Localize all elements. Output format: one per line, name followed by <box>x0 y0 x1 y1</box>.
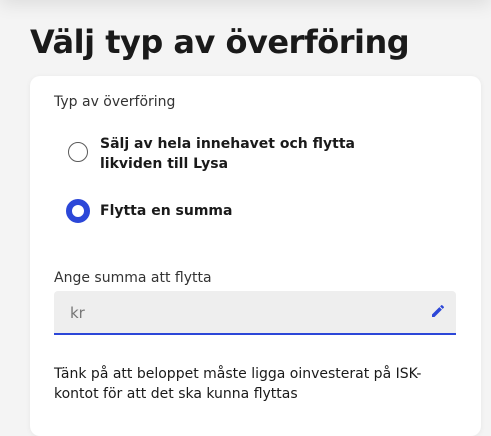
amount-label: Ange summa att flytta <box>54 270 212 286</box>
radio-button-selected[interactable] <box>66 199 90 223</box>
amount-field[interactable] <box>54 291 456 335</box>
radio-option-move-amount[interactable]: Flytta en summa <box>66 198 400 223</box>
radio-label-move-amount: Flytta en summa <box>100 203 233 219</box>
radio-label-sell-all: Sälj av hela innehavet och flytta likvid… <box>100 136 355 172</box>
info-text: Tänk på att beloppet måste ligga oinvest… <box>54 366 422 402</box>
pencil-icon <box>432 304 445 317</box>
amount-input[interactable] <box>68 299 412 327</box>
page-title: Välj typ av överföring <box>30 23 410 61</box>
radio-option-sell-all[interactable]: Sälj av hela innehavet och flytta likvid… <box>68 134 400 174</box>
radio-button-unselected[interactable] <box>68 142 88 162</box>
transfer-type-legend: Typ av överföring <box>54 94 176 110</box>
transfer-card: Typ av överföring Sälj av hela innehavet… <box>30 76 481 436</box>
